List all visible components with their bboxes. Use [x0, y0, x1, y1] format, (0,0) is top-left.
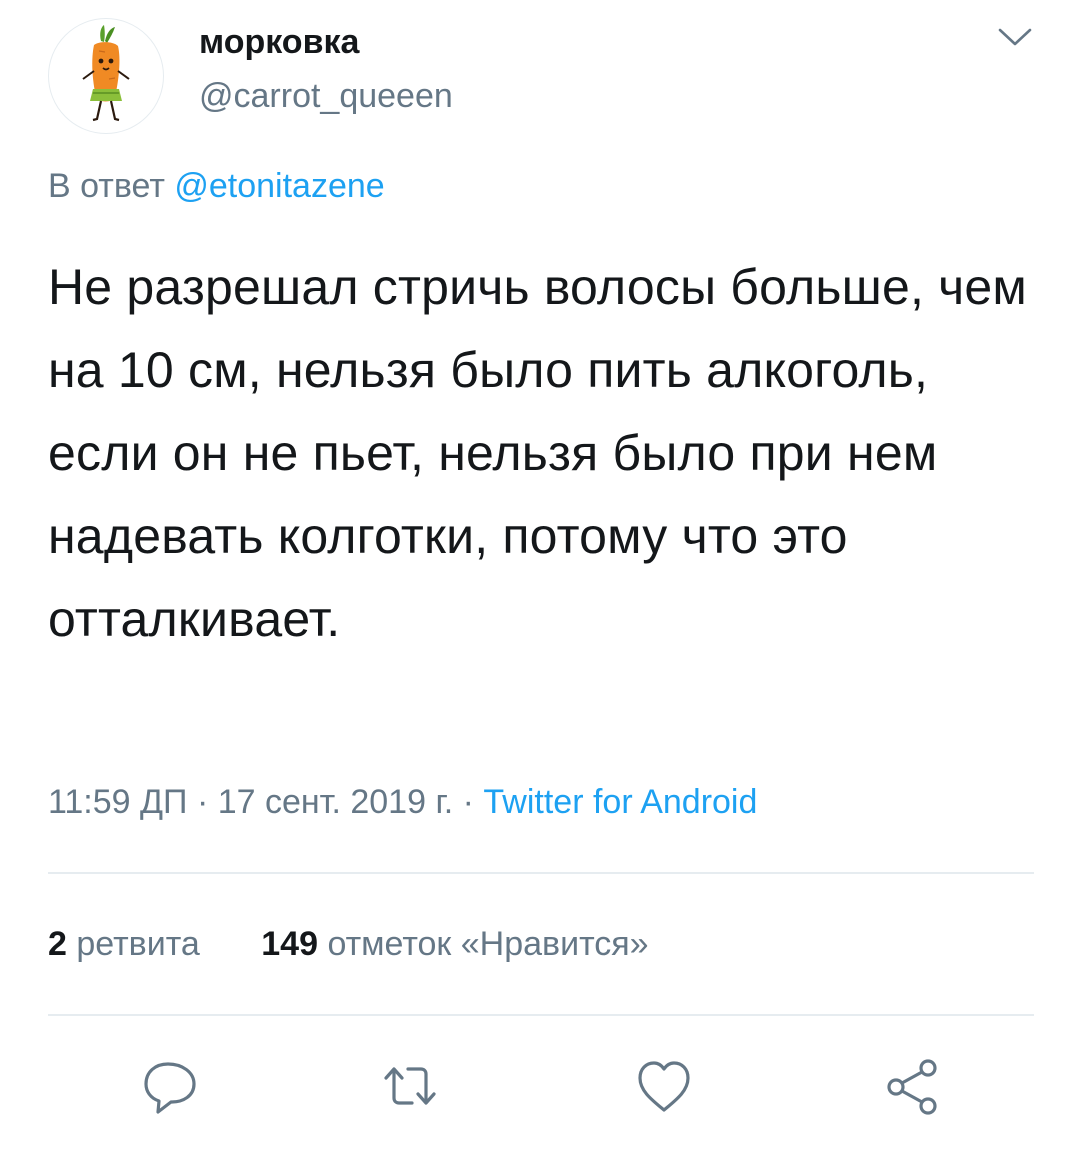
divider	[48, 1014, 1034, 1016]
tweet-time: 11:59 ДП	[48, 783, 188, 821]
share-icon	[887, 1059, 937, 1115]
retweets-label: ретвита	[76, 925, 200, 963]
tweet-detail: морковка @carrot_queeen В ответ @etonita…	[0, 0, 1080, 1158]
likes-label: отметок «Нравится»	[327, 925, 649, 963]
author-display-name[interactable]: морковка	[199, 22, 359, 62]
meta-separator: ·	[196, 783, 209, 821]
reply-prefix: В ответ	[48, 167, 165, 205]
tweet-date: 17 сент. 2019 г.	[217, 783, 454, 821]
carrot-avatar-icon	[82, 25, 130, 122]
tweet-stats: 2 ретвита 149 отметок «Нравится»	[48, 924, 649, 964]
likes-stat[interactable]: 149 отметок «Нравится»	[261, 924, 648, 964]
reply-mention-link[interactable]: @etonitazene	[174, 167, 384, 205]
meta-separator: ·	[462, 783, 474, 821]
bottom-edge	[0, 1148, 1080, 1158]
avatar[interactable]	[48, 18, 164, 134]
like-button[interactable]	[632, 1054, 696, 1118]
retweets-count: 2	[48, 925, 67, 963]
reply-button[interactable]	[138, 1054, 202, 1118]
like-icon	[638, 1061, 690, 1112]
reply-icon	[144, 1062, 196, 1114]
retweets-stat[interactable]: 2 ретвита	[48, 924, 200, 964]
retweet-button[interactable]	[378, 1054, 442, 1118]
share-button[interactable]	[880, 1054, 944, 1118]
reply-context: В ответ @etonitazene	[48, 166, 385, 206]
chevron-down-icon[interactable]	[996, 22, 1034, 52]
retweet-icon	[384, 1067, 436, 1105]
likes-count: 149	[261, 925, 318, 963]
divider	[48, 872, 1034, 874]
tweet-source-link[interactable]: Twitter for Android	[483, 783, 757, 821]
tweet-text: Не разрешал стричь волосы больше, чем на…	[48, 259, 1028, 647]
author-handle[interactable]: @carrot_queeen	[199, 76, 453, 116]
tweet-meta: 11:59 ДП · 17 сент. 2019 г. · Twitter fo…	[48, 782, 757, 822]
